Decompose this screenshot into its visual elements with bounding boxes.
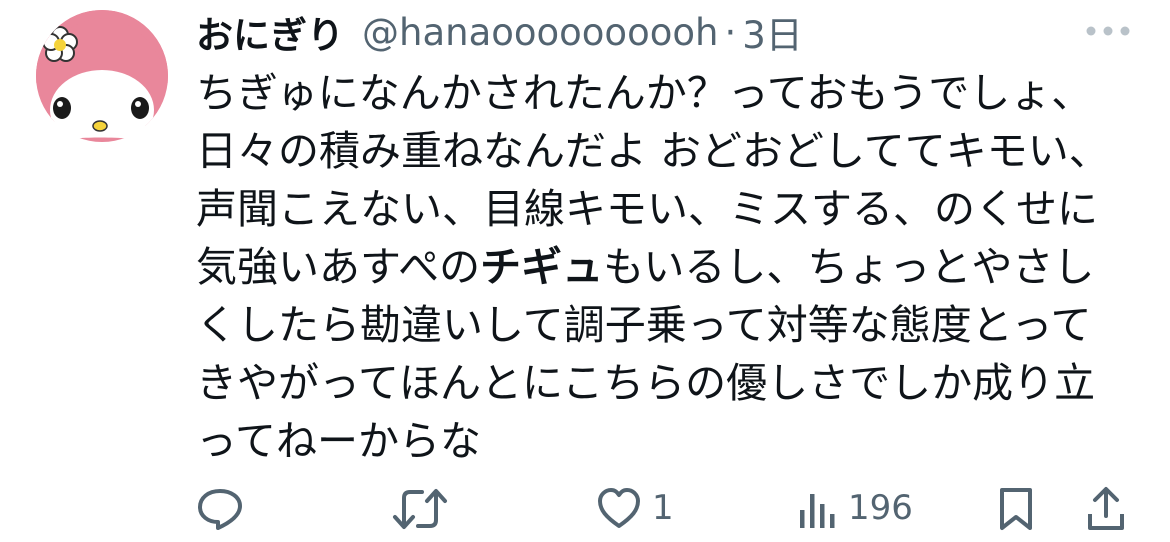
- heart-icon: [598, 488, 640, 528]
- like-count: 1: [652, 488, 674, 528]
- tweet-line: 気強いあすぺのチギュもいるし、ちょっとやさし: [196, 238, 1136, 296]
- separator-dot: ·: [724, 10, 737, 54]
- my-melody-avatar-icon: [36, 10, 168, 142]
- avatar[interactable]: [36, 10, 168, 142]
- retweet-icon: [393, 489, 447, 529]
- text-segment: 声聞こえない、目線キモい、ミスする、のくせに: [196, 185, 1098, 233]
- text-segment: ちぎゅになんかされたんか？っておもうでしょ、: [196, 69, 1093, 117]
- tweet-line: きやがってほんとにこちらの優しさでしか成り立: [196, 354, 1136, 412]
- text-segment: くしたら勘違いして調子乗って対等な態度とって: [196, 301, 1092, 349]
- views-button[interactable]: 196: [798, 486, 913, 530]
- share-button[interactable]: [1086, 486, 1126, 532]
- reply-icon: [198, 489, 242, 530]
- views-icon: [800, 494, 835, 528]
- text-segment: もいるし、ちょっとやさし: [603, 243, 1095, 291]
- reply-button[interactable]: [196, 486, 244, 532]
- bold-text-segment: チギュ: [480, 243, 604, 291]
- display-name[interactable]: おにぎり: [196, 5, 344, 59]
- text-segment: ってねーからな: [196, 417, 481, 465]
- user-handle[interactable]: @hanaoooooooooh: [362, 11, 718, 54]
- tweet-header: おにぎり @hanaoooooooooh · 3日: [196, 0, 803, 64]
- tweet-text: ちぎゅになんかされたんか？っておもうでしょ、 日々の積み重ねなんだよ おどおどし…: [196, 64, 1136, 470]
- bookmark-button[interactable]: [998, 486, 1034, 532]
- text-segment: 気強いあすぺの: [196, 243, 481, 291]
- like-button[interactable]: 1: [596, 486, 674, 530]
- tweet-line: 日々の積み重ねなんだよ おどおどしててキモい、: [196, 122, 1136, 180]
- tweet-line: ちぎゅになんかされたんか？っておもうでしょ、: [196, 64, 1136, 122]
- tweet-line: くしたら勘違いして調子乗って対等な態度とって: [196, 296, 1136, 354]
- bookmark-icon: [1000, 488, 1032, 530]
- tweet-line: 声聞こえない、目線キモい、ミスする、のくせに: [196, 180, 1136, 238]
- tweet-line: ってねーからな: [196, 412, 1136, 470]
- retweet-button[interactable]: [392, 486, 448, 532]
- text-segment: 日々の積み重ねなんだよ おどおどしててキモい、: [196, 127, 1110, 175]
- share-icon: [1088, 487, 1124, 530]
- view-count: 196: [848, 488, 913, 528]
- timestamp[interactable]: 3日: [742, 5, 803, 59]
- text-segment: きやがってほんとにこちらの優しさでしか成り立: [196, 359, 1096, 407]
- more-options-icon[interactable]: [1083, 16, 1133, 46]
- action-bar: 1 196: [0, 478, 1170, 542]
